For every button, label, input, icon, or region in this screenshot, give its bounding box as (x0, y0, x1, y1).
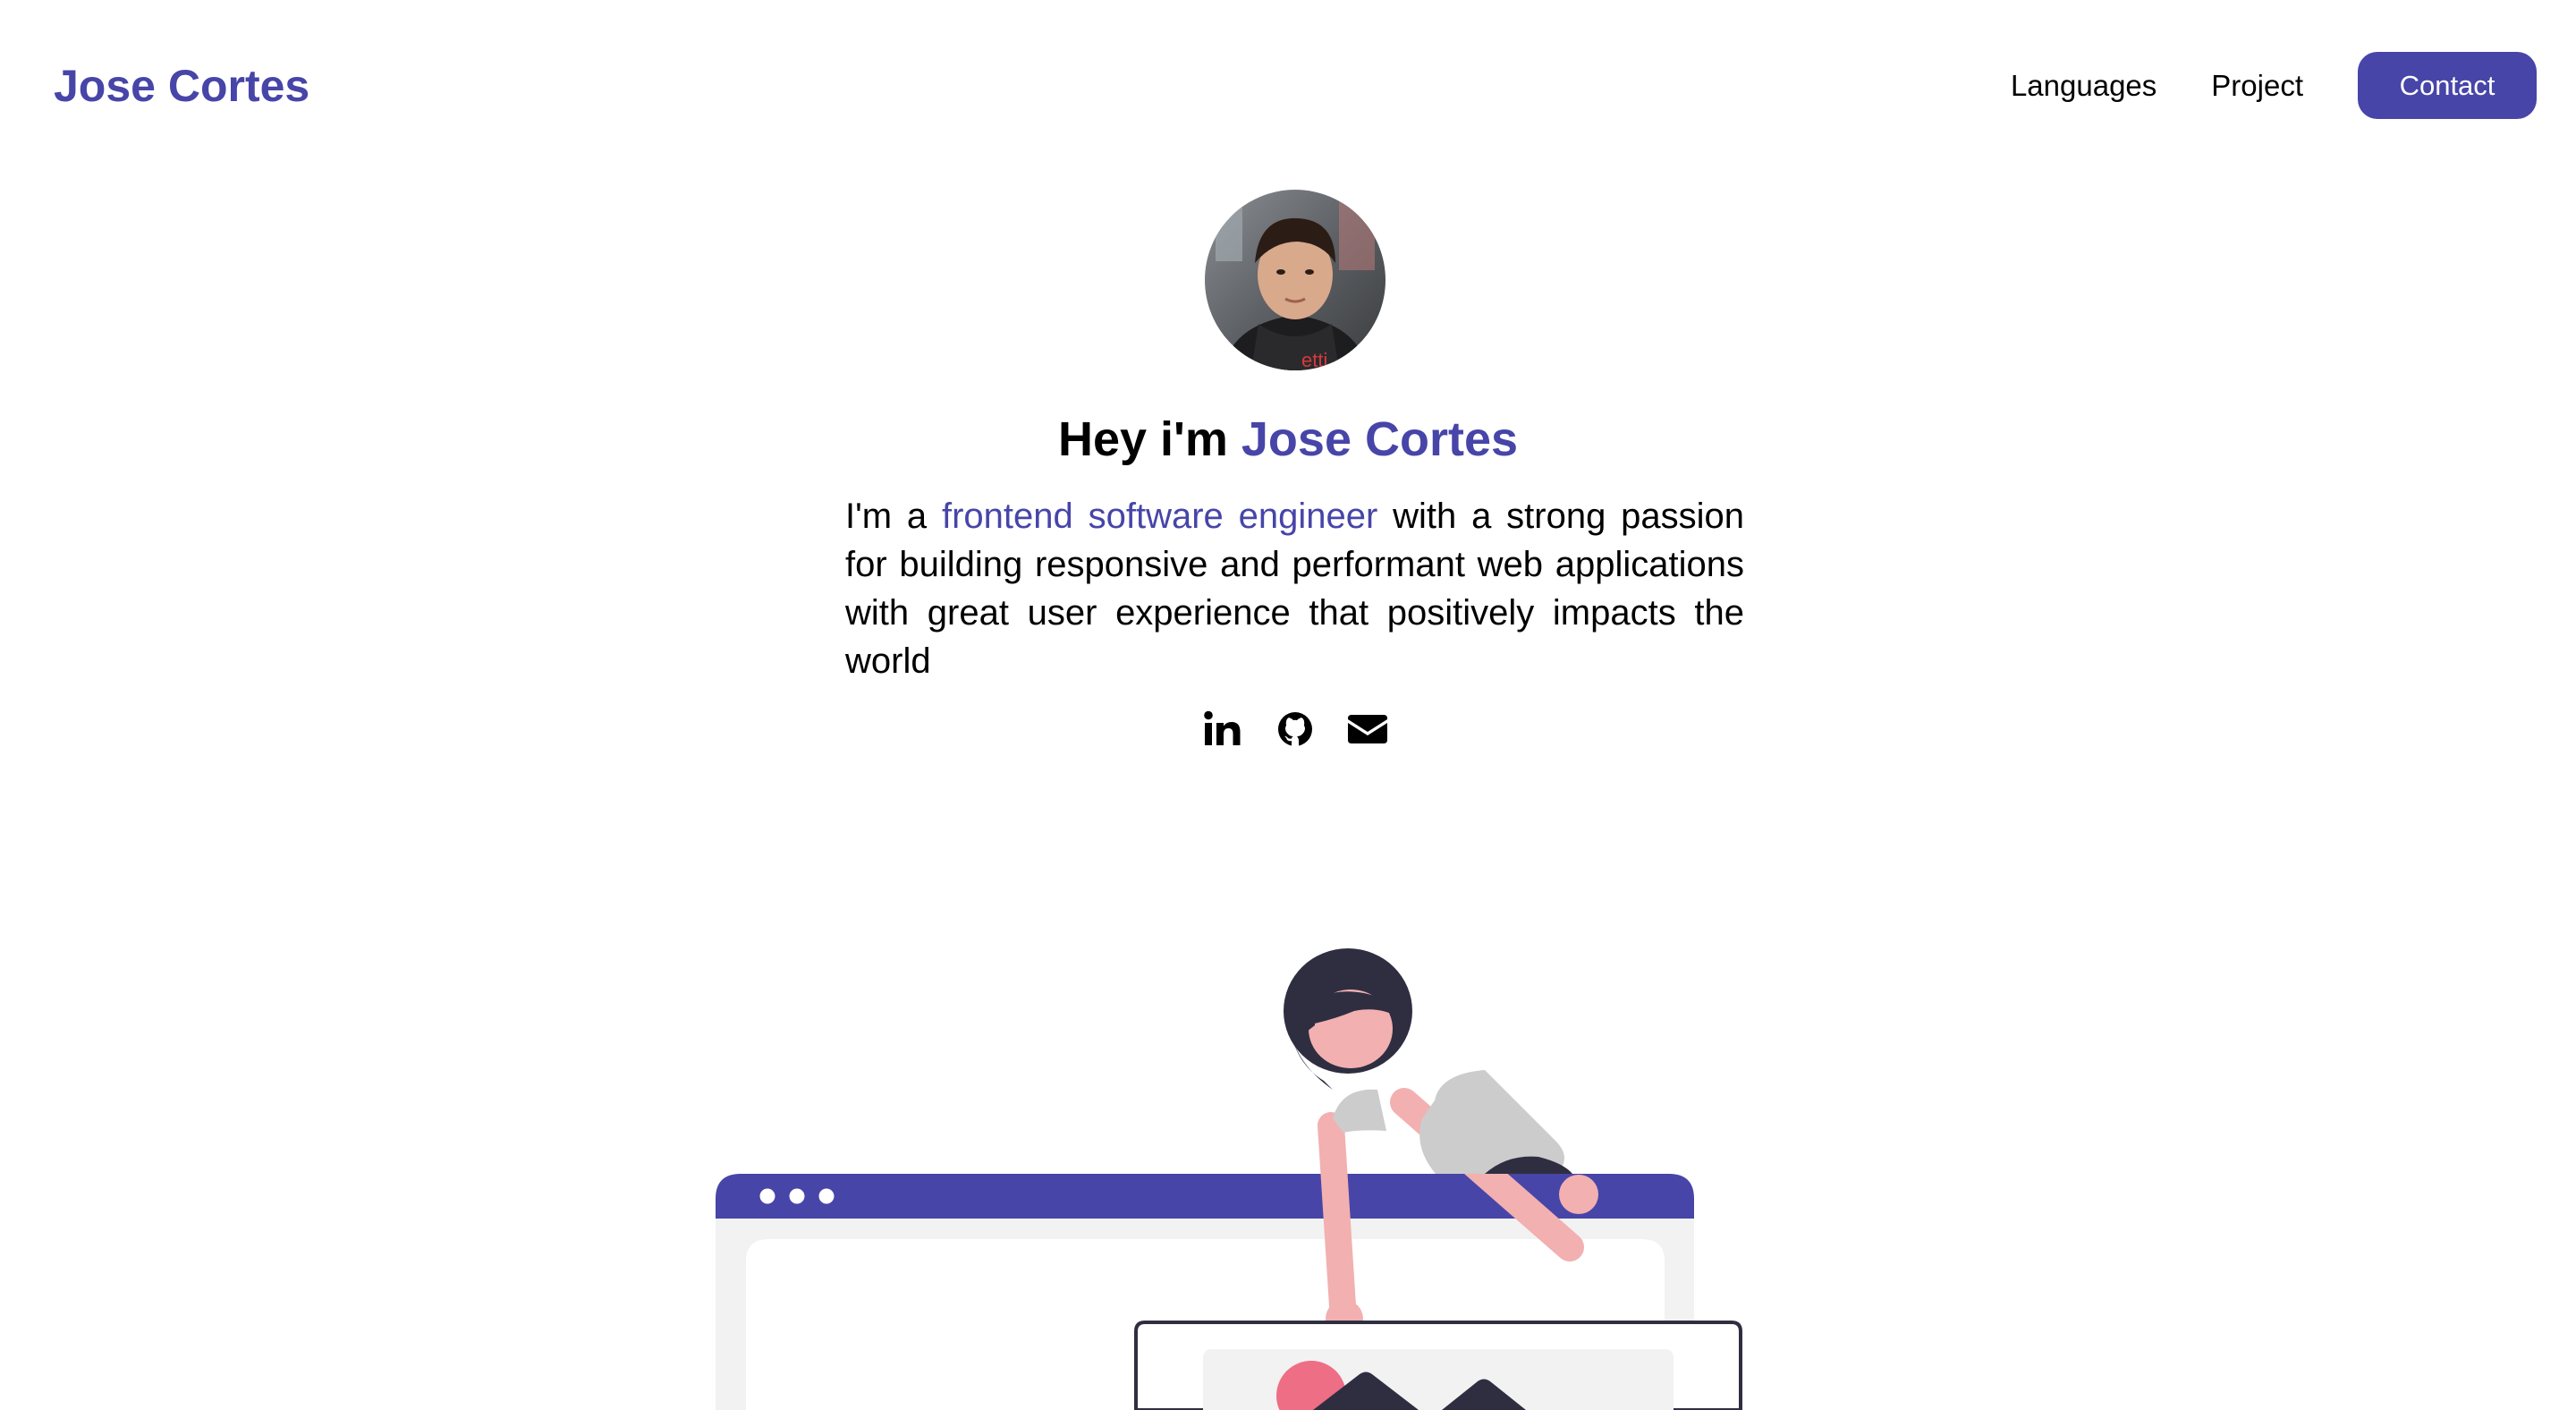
brand-logo[interactable]: Jose Cortes (54, 57, 309, 115)
nav-project-link[interactable]: Project (2211, 69, 2303, 103)
main-nav: Languages Project Contact (2011, 52, 2537, 119)
svg-text:etti: etti (1301, 349, 1327, 370)
image-card-graphic (1134, 1321, 1742, 1410)
bio-prefix: I'm a (845, 497, 942, 536)
portfolio-page: Jose Cortes Languages Project Contact et… (0, 0, 2576, 1410)
nav-languages-link[interactable]: Languages (2011, 69, 2157, 103)
bio-highlight: frontend software engineer (941, 497, 1378, 536)
hero-name: Jose Cortes (1241, 412, 1519, 466)
hero-bio: I'm a frontend software engineer with a … (845, 492, 1744, 685)
hero-illustration (707, 939, 1744, 1410)
email-link[interactable] (1346, 708, 1389, 751)
github-link[interactable] (1274, 708, 1317, 751)
github-icon (1278, 712, 1312, 746)
linkedin-link[interactable] (1201, 708, 1244, 751)
mail-icon (1348, 715, 1387, 743)
social-links (1201, 707, 1389, 752)
linkedin-icon (1204, 710, 1241, 745)
profile-avatar: etti (1205, 190, 1385, 370)
hero-greeting: Hey i'm (1057, 412, 1241, 466)
contact-button[interactable]: Contact (2358, 52, 2537, 119)
hero-heading: Hey i'm Jose Cortes (0, 408, 2576, 471)
